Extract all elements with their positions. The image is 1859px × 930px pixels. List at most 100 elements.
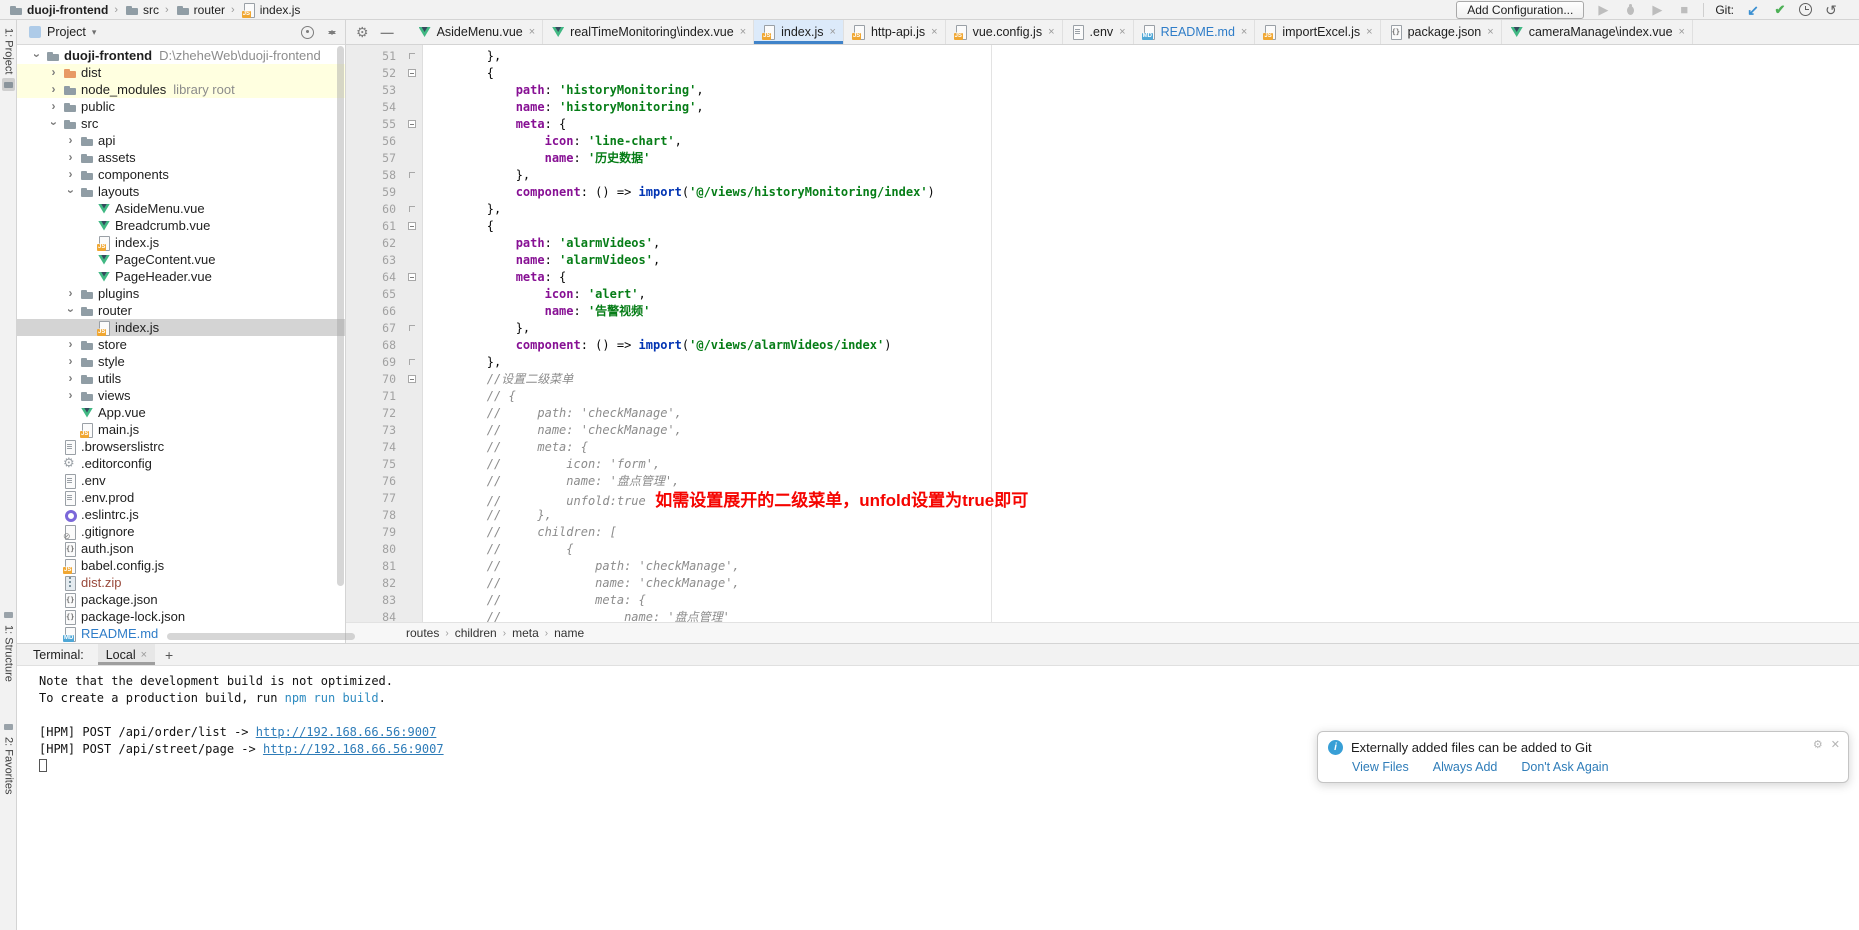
- fold-marker-icon[interactable]: [400, 359, 423, 365]
- tree-row[interactable]: ›assets: [17, 149, 345, 166]
- chevron-collapsed-icon[interactable]: ›: [62, 149, 79, 166]
- fold-marker-icon[interactable]: [400, 206, 423, 212]
- tool-window-favorites-button[interactable]: 2: Favorites: [0, 720, 17, 794]
- tree-row[interactable]: ›.eslintrc.js: [17, 506, 345, 523]
- stop-icon[interactable]: ■: [1676, 2, 1692, 18]
- editor-tab[interactable]: importExcel.js×: [1255, 20, 1380, 44]
- tree-row[interactable]: ›utils: [17, 370, 345, 387]
- chevron-expanded-icon[interactable]: ›: [28, 47, 45, 64]
- notification-gear-icon[interactable]: ⚙: [1813, 738, 1823, 751]
- tree-row[interactable]: ›App.vue: [17, 404, 345, 421]
- tree-row[interactable]: ›package-lock.json: [17, 608, 345, 625]
- tree-row[interactable]: ›package.json: [17, 591, 345, 608]
- editor-tab[interactable]: index.js×: [754, 20, 844, 44]
- notification-action-link[interactable]: View Files: [1352, 760, 1409, 774]
- editor-tab[interactable]: cameraManage\index.vue×: [1502, 20, 1693, 44]
- chevron-collapsed-icon[interactable]: ›: [62, 387, 79, 404]
- editor-breadcrumb-item[interactable]: routes: [406, 626, 439, 640]
- tree-row[interactable]: ›src: [17, 115, 345, 132]
- editor-breadcrumb-item[interactable]: name: [554, 626, 584, 640]
- tree-row[interactable]: ›plugins: [17, 285, 345, 302]
- tool-window-project-button[interactable]: 1: Project: [0, 28, 17, 91]
- fold-marker-icon[interactable]: [400, 273, 423, 281]
- tree-row[interactable]: ›Breadcrumb.vue: [17, 217, 345, 234]
- fold-marker-icon[interactable]: [400, 375, 423, 383]
- terminal-tab-local[interactable]: Local ×: [98, 644, 155, 665]
- tree-row[interactable]: ›.gitignore: [17, 523, 345, 540]
- tree-row[interactable]: ›store: [17, 336, 345, 353]
- tree-row[interactable]: ›style: [17, 353, 345, 370]
- chevron-collapsed-icon[interactable]: ›: [45, 81, 62, 98]
- chevron-expanded-icon[interactable]: ›: [45, 115, 62, 132]
- tree-row[interactable]: ›PageContent.vue: [17, 251, 345, 268]
- tree-row[interactable]: ›views: [17, 387, 345, 404]
- tree-row[interactable]: ›index.js: [17, 319, 345, 336]
- notification-action-link[interactable]: Always Add: [1433, 760, 1498, 774]
- close-icon[interactable]: ×: [931, 26, 937, 38]
- breadcrumb-item[interactable]: src: [124, 2, 159, 18]
- tree-row[interactable]: ›public: [17, 98, 345, 115]
- close-icon[interactable]: ×: [529, 26, 535, 38]
- editor-breadcrumb-item[interactable]: children: [455, 626, 497, 640]
- run-icon[interactable]: ▶: [1595, 2, 1611, 18]
- fold-marker-icon[interactable]: [400, 172, 423, 178]
- git-update-icon[interactable]: ↙: [1745, 2, 1761, 18]
- breadcrumb-item[interactable]: duoji-frontend: [8, 2, 108, 18]
- tree-row[interactable]: ›.env: [17, 472, 345, 489]
- hide-panel-icon[interactable]: —: [381, 25, 394, 40]
- close-icon[interactable]: ×: [1679, 26, 1685, 38]
- breadcrumb-item[interactable]: router: [175, 2, 225, 18]
- project-panel-title[interactable]: Project: [47, 25, 86, 39]
- chevron-collapsed-icon[interactable]: ›: [62, 132, 79, 149]
- chevron-collapsed-icon[interactable]: ›: [62, 285, 79, 302]
- tree-row[interactable]: ›.editorconfig: [17, 455, 345, 472]
- close-icon[interactable]: ×: [830, 26, 836, 38]
- chevron-collapsed-icon[interactable]: ›: [45, 98, 62, 115]
- git-commit-icon[interactable]: ✔: [1772, 2, 1788, 18]
- tree-row[interactable]: ›.env.prod: [17, 489, 345, 506]
- gear-icon[interactable]: ⚙: [356, 25, 369, 39]
- terminal-cursor[interactable]: [39, 759, 47, 772]
- git-rollback-icon[interactable]: ↺: [1823, 2, 1839, 18]
- run-with-coverage-icon[interactable]: ▶: [1649, 2, 1665, 18]
- terminal-link[interactable]: http://192.168.66.56:9007: [256, 725, 437, 739]
- tree-row[interactable]: ›.browserslistrc: [17, 438, 345, 455]
- chevron-collapsed-icon[interactable]: ›: [62, 353, 79, 370]
- fold-marker-icon[interactable]: [400, 53, 423, 59]
- git-history-icon[interactable]: [1799, 3, 1812, 16]
- fold-marker-icon[interactable]: [400, 222, 423, 230]
- chevron-collapsed-icon[interactable]: ›: [45, 64, 62, 81]
- editor-breadcrumb-item[interactable]: meta: [512, 626, 539, 640]
- close-icon[interactable]: ×: [1048, 26, 1054, 38]
- locate-file-icon[interactable]: [301, 26, 314, 39]
- tree-row[interactable]: ›dist: [17, 64, 345, 81]
- chevron-expanded-icon[interactable]: ›: [62, 302, 79, 319]
- editor-tab[interactable]: vue.config.js×: [946, 20, 1063, 44]
- tree-row[interactable]: ›node_moduleslibrary root: [17, 81, 345, 98]
- add-configuration-button[interactable]: Add Configuration...: [1456, 1, 1584, 19]
- chevron-expanded-icon[interactable]: ›: [62, 183, 79, 200]
- tree-vertical-scrollbar[interactable]: [337, 46, 344, 586]
- tree-row[interactable]: ›layouts: [17, 183, 345, 200]
- notification-action-link[interactable]: Don't Ask Again: [1521, 760, 1608, 774]
- new-terminal-session-icon[interactable]: +: [165, 647, 173, 663]
- tree-row[interactable]: ›PageHeader.vue: [17, 268, 345, 285]
- fold-marker-icon[interactable]: [400, 325, 423, 331]
- editor-tab[interactable]: package.json×: [1381, 20, 1502, 44]
- close-icon[interactable]: ×: [1366, 26, 1372, 38]
- tree-row[interactable]: ›auth.json: [17, 540, 345, 557]
- tree-row[interactable]: ›main.js: [17, 421, 345, 438]
- chevron-collapsed-icon[interactable]: ›: [62, 370, 79, 387]
- breadcrumb-item[interactable]: index.js: [241, 2, 301, 18]
- notification-close-icon[interactable]: ✕: [1831, 738, 1840, 751]
- chevron-collapsed-icon[interactable]: ›: [62, 166, 79, 183]
- tree-row[interactable]: ›dist.zip: [17, 574, 345, 591]
- editor-tab[interactable]: AsideMenu.vue×: [410, 20, 544, 44]
- tree-horizontal-scrollbar[interactable]: [167, 633, 355, 640]
- collapse-all-icon[interactable]: [326, 26, 339, 39]
- debug-icon[interactable]: [1622, 2, 1638, 18]
- tree-row[interactable]: ›api: [17, 132, 345, 149]
- close-icon[interactable]: ×: [141, 649, 147, 661]
- close-icon[interactable]: ×: [1119, 26, 1125, 38]
- chevron-collapsed-icon[interactable]: ›: [62, 336, 79, 353]
